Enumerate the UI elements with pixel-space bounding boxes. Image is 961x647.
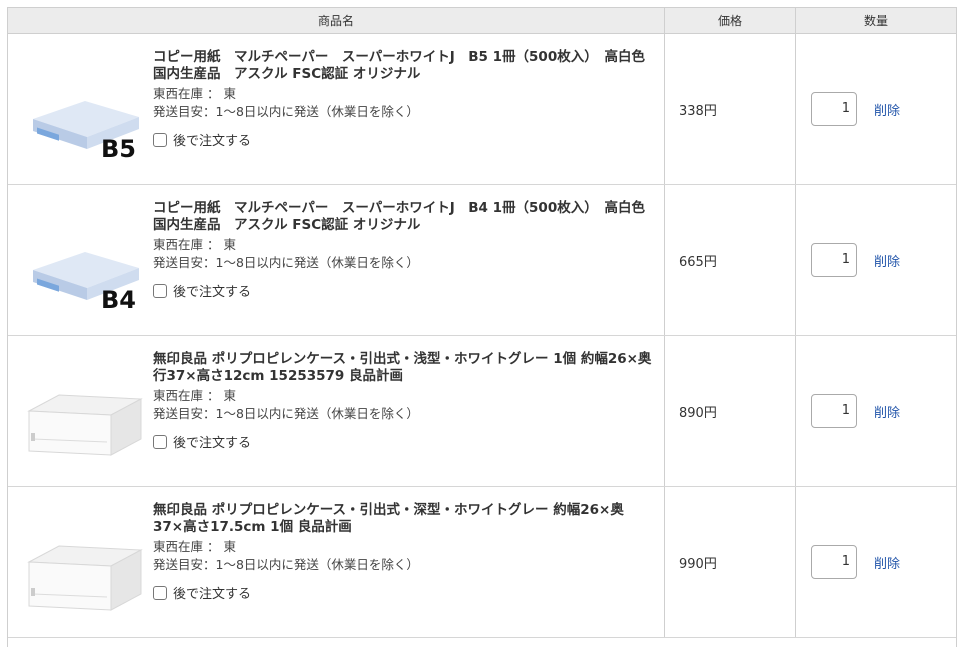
product-cell: B5 コピー用紙 マルチペーパー スーパーホワイトJ B5 1冊（500枚入） … bbox=[8, 34, 665, 184]
table-row: 無印良品 ポリプロピレンケース・引出式・浅型・ホワイトグレー 1個 約幅26×奥… bbox=[8, 336, 956, 487]
product-image-case[interactable] bbox=[23, 381, 145, 463]
cart-table: 商品名 価格 数量 B5 コピー用紙 マルチペーパー スーパーホワイトJ B5 … bbox=[7, 7, 957, 647]
product-cell: B4 コピー用紙 マルチペーパー スーパーホワイトJ B4 1冊（500枚入） … bbox=[8, 185, 665, 335]
order-later-option[interactable]: 後で注文する bbox=[153, 130, 653, 149]
order-later-label: 後で注文する bbox=[173, 587, 252, 602]
product-name[interactable]: 無印良品 ポリプロピレンケース・引出式・浅型・ホワイトグレー 1個 約幅26×奥… bbox=[153, 351, 653, 385]
table-row: B5 コピー用紙 マルチペーパー スーパーホワイトJ B5 1冊（500枚入） … bbox=[8, 34, 956, 185]
shipping-info: 発送目安：1〜8日以内に発送（休業日を除く） bbox=[153, 557, 419, 572]
qty-cell: 1 削除 bbox=[796, 336, 956, 486]
order-later-label: 後で注文する bbox=[173, 285, 252, 300]
product-name[interactable]: コピー用紙 マルチペーパー スーパーホワイトJ B4 1冊（500枚入） 高白色… bbox=[153, 200, 658, 234]
order-later-checkbox[interactable] bbox=[153, 283, 167, 298]
order-later-checkbox[interactable] bbox=[153, 132, 167, 147]
order-later-checkbox[interactable] bbox=[153, 585, 167, 600]
quantity-input[interactable]: 1 bbox=[811, 545, 857, 579]
paper-size-badge: B4 bbox=[101, 286, 136, 312]
stock-info: 東西在庫 ： 東 bbox=[153, 388, 236, 403]
qty-cell: 1 削除 bbox=[796, 487, 956, 637]
quantity-input[interactable]: 1 bbox=[811, 243, 857, 277]
product-cell: 無印良品 ポリプロピレンケース・引出式・浅型・ホワイトグレー 1個 約幅26×奥… bbox=[8, 336, 665, 486]
remove-link[interactable]: 削除 bbox=[874, 251, 900, 270]
price-cell: 990円 bbox=[665, 487, 796, 637]
header-qty: 数量 bbox=[863, 14, 888, 28]
quantity-input[interactable]: 1 bbox=[811, 394, 857, 428]
price-cell: 890円 bbox=[665, 336, 796, 486]
price-cell: 665円 bbox=[665, 185, 796, 335]
shipping-info: 発送目安：1〜8日以内に発送（休業日を除く） bbox=[153, 104, 419, 119]
product-image-case[interactable] bbox=[23, 532, 145, 614]
remove-link[interactable]: 削除 bbox=[874, 402, 900, 421]
order-later-option[interactable]: 後で注文する bbox=[153, 281, 653, 300]
table-row: B4 コピー用紙 マルチペーパー スーパーホワイトJ B4 1冊（500枚入） … bbox=[8, 185, 956, 336]
order-later-option[interactable]: 後で注文する bbox=[153, 432, 653, 451]
qty-cell: 1 削除 bbox=[796, 185, 956, 335]
remove-link[interactable]: 削除 bbox=[874, 100, 900, 119]
header-product: 商品名 bbox=[8, 8, 665, 33]
table-header: 商品名 価格 数量 bbox=[8, 8, 956, 34]
order-later-checkbox[interactable] bbox=[153, 434, 167, 449]
quantity-input[interactable]: 1 bbox=[811, 92, 857, 126]
stock-info: 東西在庫 ： 東 bbox=[153, 539, 236, 554]
price-cell: 338円 bbox=[665, 34, 796, 184]
shipping-info: 発送目安：1〜8日以内に発送（休業日を除く） bbox=[153, 406, 419, 421]
product-cell: 無印良品 ポリプロピレンケース・引出式・深型・ホワイトグレー 約幅26×奥37×… bbox=[8, 487, 665, 637]
remove-link[interactable]: 削除 bbox=[874, 553, 900, 572]
table-row: 無印良品 ポリプロピレンケース・引出式・深型・ホワイトグレー 約幅26×奥37×… bbox=[8, 487, 956, 638]
stock-info: 東西在庫 ： 東 bbox=[153, 86, 236, 101]
paper-size-badge: B5 bbox=[101, 135, 136, 161]
stock-info: 東西在庫 ： 東 bbox=[153, 237, 236, 252]
product-name[interactable]: コピー用紙 マルチペーパー スーパーホワイトJ B5 1冊（500枚入） 高白色… bbox=[153, 49, 658, 83]
product-name[interactable]: 無印良品 ポリプロピレンケース・引出式・深型・ホワイトグレー 約幅26×奥37×… bbox=[153, 502, 653, 536]
product-image-paper[interactable]: B4 bbox=[23, 230, 145, 312]
product-image-paper[interactable]: B5 bbox=[23, 79, 145, 161]
order-later-label: 後で注文する bbox=[173, 134, 252, 149]
order-later-option[interactable]: 後で注文する bbox=[153, 583, 653, 602]
order-later-label: 後で注文する bbox=[173, 436, 252, 451]
header-price: 価格 bbox=[665, 8, 796, 33]
qty-cell: 1 削除 bbox=[796, 34, 956, 184]
shipping-info: 発送目安：1〜8日以内に発送（休業日を除く） bbox=[153, 255, 419, 270]
